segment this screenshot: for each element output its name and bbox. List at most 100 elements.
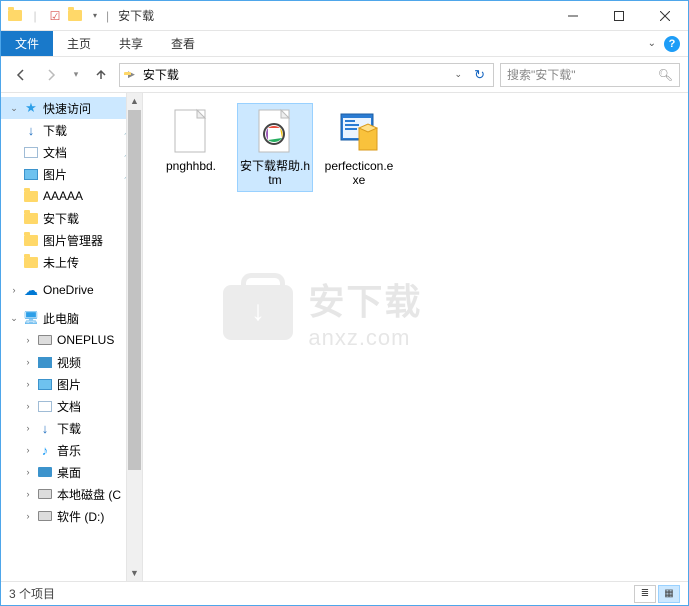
- disk-icon: [37, 486, 53, 502]
- arrow-left-icon: [13, 67, 29, 83]
- minimize-button[interactable]: [550, 1, 596, 30]
- expand-icon[interactable]: ›: [23, 335, 33, 345]
- title-separator: |: [106, 9, 109, 23]
- refresh-button[interactable]: ↻: [470, 67, 489, 83]
- folder-icon: [23, 210, 39, 226]
- checkbox-icon[interactable]: ☑: [47, 8, 63, 24]
- tab-view[interactable]: 查看: [157, 31, 209, 56]
- sidebar-item-label: 图片管理器: [43, 232, 103, 249]
- tab-share[interactable]: 共享: [105, 31, 157, 56]
- arrow-up-icon: [93, 67, 109, 83]
- sidebar-item-label: 下载: [57, 420, 81, 437]
- sidebar-item-label: 图片: [43, 166, 67, 183]
- help-button[interactable]: ?: [664, 36, 680, 52]
- sidebar-item-label: OneDrive: [43, 283, 94, 297]
- sidebar-item-folder[interactable]: 安下载: [1, 207, 142, 229]
- sidebar-item-disk[interactable]: › 本地磁盘 (C: [1, 483, 142, 505]
- sidebar-item-label: 快速访问: [43, 100, 91, 117]
- qat-divider: |: [27, 8, 43, 24]
- nav-recent-button[interactable]: ▾: [69, 63, 83, 87]
- expand-ribbon-icon[interactable]: ⌄: [648, 38, 656, 49]
- sidebar-scrollbar[interactable]: ▲ ▼: [126, 93, 142, 581]
- details-view-button[interactable]: ≣: [634, 585, 656, 603]
- sidebar-this-pc[interactable]: ⌄ 🖥 此电脑: [1, 307, 142, 329]
- maximize-button[interactable]: [596, 1, 642, 30]
- picture-icon: [23, 166, 39, 182]
- sidebar-item-folder[interactable]: 图片管理器: [1, 229, 142, 251]
- arrow-right-icon: [43, 67, 59, 83]
- expand-icon[interactable]: ›: [9, 285, 19, 295]
- watermark-text-cn: 安下载: [308, 273, 422, 325]
- folder-icon: [23, 254, 39, 270]
- maximize-icon: [614, 11, 624, 21]
- ribbon-right: ⌄ ?: [648, 31, 688, 56]
- sidebar-item-pictures[interactable]: › 图片: [1, 373, 142, 395]
- watermark-text-en: anxz.com: [308, 325, 422, 351]
- file-item[interactable]: pnghhbd.: [153, 103, 229, 178]
- nav-up-button[interactable]: [89, 63, 113, 87]
- scroll-down-icon[interactable]: ▼: [127, 565, 142, 581]
- expand-icon[interactable]: ›: [23, 445, 33, 455]
- sidebar-item-desktop[interactable]: › 桌面: [1, 461, 142, 483]
- statusbar: 3 个项目 ≣ ▦: [1, 581, 688, 605]
- sidebar-item-pictures[interactable]: 图片 📌: [1, 163, 142, 185]
- sidebar-item-videos[interactable]: › 视频: [1, 351, 142, 373]
- sidebar-item-label: 音乐: [57, 442, 81, 459]
- expand-icon[interactable]: ›: [23, 467, 33, 477]
- item-count: 3 个项目: [9, 585, 55, 602]
- breadcrumb-separator-icon: ▶: [128, 69, 135, 80]
- sidebar-item-disk[interactable]: › 软件 (D:): [1, 505, 142, 527]
- expand-icon[interactable]: ›: [23, 357, 33, 367]
- address-dropdown-icon[interactable]: ⌄: [451, 69, 467, 80]
- sidebar-quick-access[interactable]: ⌄ ★ 快速访问: [1, 97, 142, 119]
- folder-icon: [67, 8, 83, 24]
- sidebar-item-documents[interactable]: 文档 📌: [1, 141, 142, 163]
- sidebar-item-downloads[interactable]: › ↓ 下载: [1, 417, 142, 439]
- search-icon: 🔍︎: [658, 68, 673, 82]
- file-item[interactable]: 安下载帮助.htm: [237, 103, 313, 192]
- sidebar-item-folder[interactable]: AAAAA: [1, 185, 142, 207]
- qat-dropdown-icon[interactable]: ▾: [87, 8, 103, 24]
- scroll-up-icon[interactable]: ▲: [127, 93, 142, 109]
- window-title: 安下载: [118, 7, 154, 24]
- quick-access-toolbar: | ☑ ▾: [1, 8, 103, 24]
- nav-forward-button[interactable]: [39, 63, 63, 87]
- collapse-icon[interactable]: ⌄: [9, 103, 19, 114]
- breadcrumb-item[interactable]: 安下载: [139, 66, 183, 83]
- nav-back-button[interactable]: [9, 63, 33, 87]
- icons-view-button[interactable]: ▦: [658, 585, 680, 603]
- sidebar-item-device[interactable]: › ONEPLUS: [1, 329, 142, 351]
- scrollbar-thumb[interactable]: [128, 110, 141, 470]
- sidebar-item-label: 本地磁盘 (C: [57, 486, 121, 503]
- sidebar-item-folder[interactable]: 未上传: [1, 251, 142, 273]
- music-icon: ♪: [37, 442, 53, 458]
- search-input[interactable]: 搜索"安下载" 🔍︎: [500, 63, 680, 87]
- sidebar-item-documents[interactable]: › 文档: [1, 395, 142, 417]
- expand-icon[interactable]: ›: [23, 511, 33, 521]
- picture-icon: [37, 376, 53, 392]
- tab-file[interactable]: 文件: [1, 31, 53, 56]
- navigation-pane[interactable]: ⌄ ★ 快速访问 ↓ 下载 📌 文档 📌 图片 📌 AAAAA: [1, 93, 143, 581]
- close-button[interactable]: [642, 1, 688, 30]
- address-bar[interactable]: ▶ 安下载 ⌄ ↻: [119, 63, 494, 87]
- sidebar-item-label: 文档: [43, 144, 67, 161]
- sidebar-item-label: ONEPLUS: [57, 333, 114, 347]
- expand-icon[interactable]: ›: [23, 401, 33, 411]
- sidebar-onedrive[interactable]: › ☁ OneDrive: [1, 279, 142, 301]
- file-item[interactable]: perfecticon.exe: [321, 103, 397, 192]
- expand-icon[interactable]: ›: [23, 379, 33, 389]
- device-icon: [37, 332, 53, 348]
- view-switcher: ≣ ▦: [634, 585, 680, 603]
- document-icon: [23, 144, 39, 160]
- download-icon: ↓: [23, 122, 39, 138]
- sidebar-item-downloads[interactable]: ↓ 下载 📌: [1, 119, 142, 141]
- tab-home[interactable]: 主页: [53, 31, 105, 56]
- collapse-icon[interactable]: ⌄: [9, 313, 19, 324]
- sidebar-item-label: 桌面: [57, 464, 81, 481]
- expand-icon[interactable]: ›: [23, 489, 33, 499]
- expand-icon[interactable]: ›: [23, 423, 33, 433]
- sidebar-item-music[interactable]: › ♪ 音乐: [1, 439, 142, 461]
- sidebar-item-label: AAAAA: [43, 189, 83, 203]
- file-view[interactable]: pnghhbd. 安下载帮助.htm: [143, 93, 688, 581]
- body: ⌄ ★ 快速访问 ↓ 下载 📌 文档 📌 图片 📌 AAAAA: [1, 93, 688, 581]
